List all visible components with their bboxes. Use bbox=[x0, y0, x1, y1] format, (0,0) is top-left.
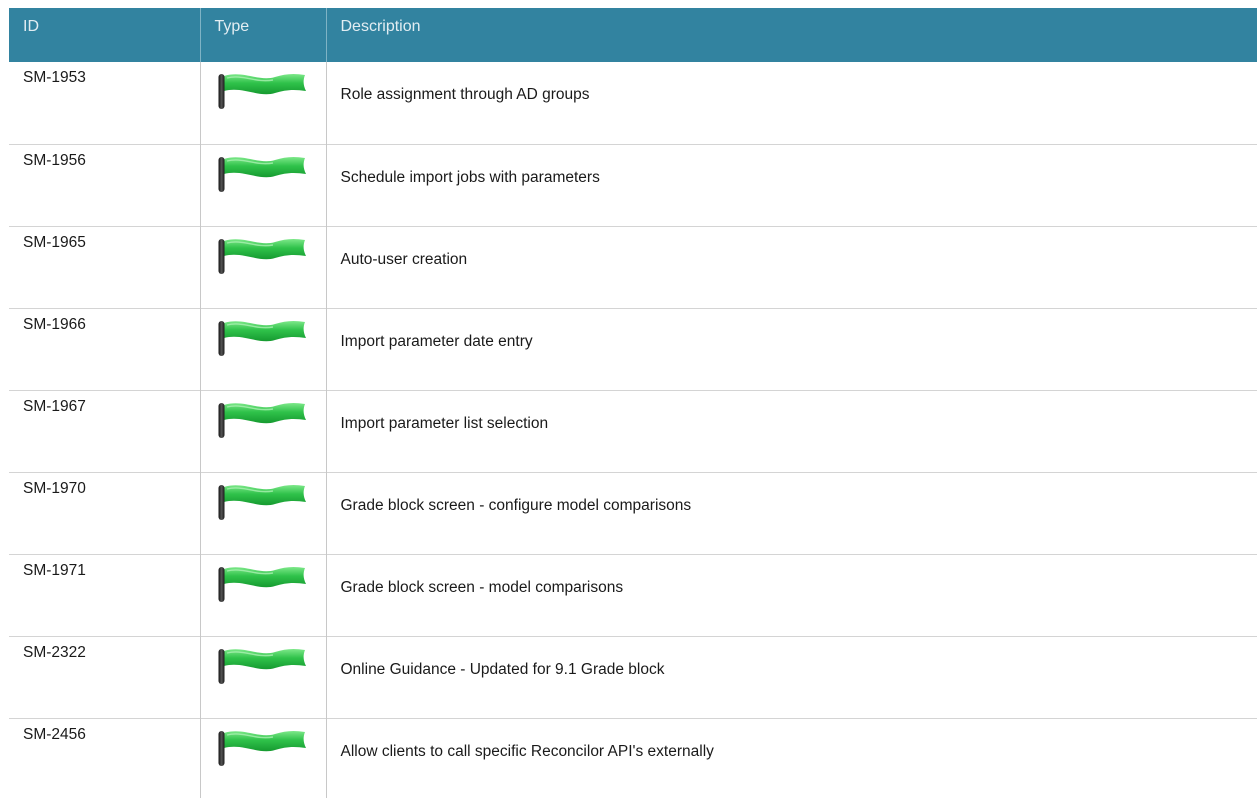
column-header-id[interactable]: ID bbox=[9, 8, 201, 62]
issue-description: Import parameter date entry bbox=[340, 332, 533, 350]
green-flag-icon bbox=[215, 318, 307, 358]
issue-type-cell bbox=[200, 636, 327, 718]
issue-type-cell bbox=[200, 718, 327, 798]
issue-id[interactable]: SM-1956 bbox=[9, 144, 201, 226]
issue-type-cell bbox=[200, 308, 327, 390]
green-flag-icon bbox=[215, 646, 307, 686]
issue-type-cell bbox=[200, 472, 327, 554]
table-row[interactable]: SM-1971 Grade block screen - model compa… bbox=[9, 554, 1257, 636]
table-row[interactable]: SM-1967 Import parameter list selection bbox=[9, 390, 1257, 472]
green-flag-icon bbox=[215, 236, 307, 276]
issue-id[interactable]: SM-2322 bbox=[9, 636, 201, 718]
issues-table: ID Type Description SM-1953 Role assignm… bbox=[9, 8, 1257, 798]
column-header-description[interactable]: Description bbox=[326, 8, 1257, 62]
issue-id[interactable]: SM-2456 bbox=[9, 718, 201, 798]
table-row[interactable]: SM-1956 Schedule import jobs with parame… bbox=[9, 144, 1257, 226]
issue-type-cell bbox=[200, 62, 327, 144]
table-row[interactable]: SM-1965 Auto-user creation bbox=[9, 226, 1257, 308]
issue-description: Auto-user creation bbox=[340, 250, 468, 268]
issue-id[interactable]: SM-1971 bbox=[9, 554, 201, 636]
table-row[interactable]: SM-1970 Grade block screen - configure m… bbox=[9, 472, 1257, 554]
green-flag-icon bbox=[215, 728, 307, 768]
green-flag-icon bbox=[215, 564, 307, 604]
table-row[interactable]: SM-1953 Role assignment through AD group… bbox=[9, 62, 1257, 144]
table-body: SM-1953 Role assignment through AD group… bbox=[9, 62, 1257, 798]
green-flag-icon bbox=[215, 400, 307, 440]
table-row[interactable]: SM-2456 Allow clients to call specific R… bbox=[9, 718, 1257, 798]
green-flag-icon bbox=[215, 482, 307, 522]
issue-description: Import parameter list selection bbox=[340, 414, 549, 432]
issue-id[interactable]: SM-1966 bbox=[9, 308, 201, 390]
green-flag-icon bbox=[215, 154, 307, 194]
issue-description: Role assignment through AD groups bbox=[340, 86, 590, 103]
issue-description: Online Guidance - Updated for 9.1 Grade … bbox=[340, 660, 665, 678]
green-flag-icon bbox=[215, 71, 307, 111]
issue-type-cell bbox=[200, 390, 327, 472]
table-header-row: ID Type Description bbox=[9, 8, 1257, 62]
issue-id[interactable]: SM-1953 bbox=[9, 62, 201, 144]
issue-description: Schedule import jobs with parameters bbox=[340, 168, 600, 186]
table-row[interactable]: SM-1966 Import parameter date entry bbox=[9, 308, 1257, 390]
issue-description: Grade block screen - configure model com… bbox=[340, 496, 692, 514]
issue-type-cell bbox=[200, 226, 327, 308]
issue-id[interactable]: SM-1967 bbox=[9, 390, 201, 472]
issue-description: Allow clients to call specific Reconcilo… bbox=[340, 742, 714, 760]
issue-id[interactable]: SM-1970 bbox=[9, 472, 201, 554]
issue-description: Grade block screen - model comparisons bbox=[340, 578, 624, 596]
page: ID Type Description SM-1953 Role assignm… bbox=[0, 0, 1257, 805]
issue-type-cell bbox=[200, 554, 327, 636]
column-header-type[interactable]: Type bbox=[200, 8, 327, 62]
table-row[interactable]: SM-2322 Online Guidance - Updated for 9.… bbox=[9, 636, 1257, 718]
issue-type-cell bbox=[200, 144, 327, 226]
issue-id[interactable]: SM-1965 bbox=[9, 226, 201, 308]
